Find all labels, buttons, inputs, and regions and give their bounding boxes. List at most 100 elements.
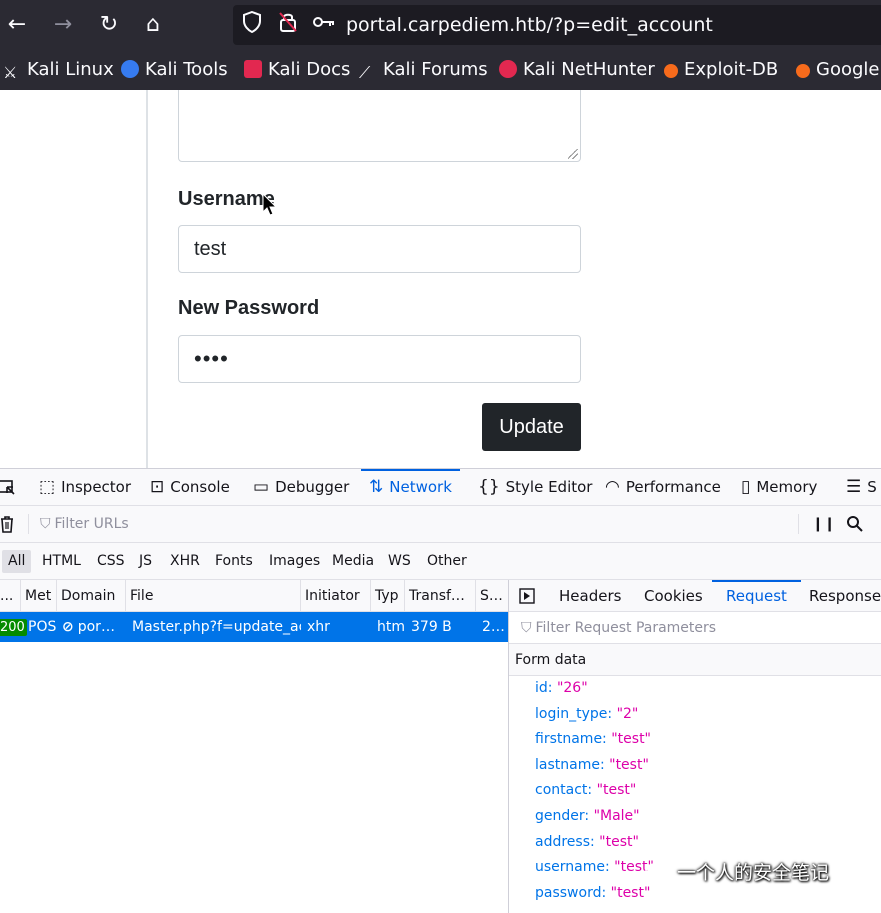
- url-text[interactable]: portal.carpediem.htb/?p=edit_account: [346, 13, 713, 37]
- exploit-db-icon: [664, 64, 678, 78]
- bookmark-kali-forums[interactable]: ⟋ Kali Forums: [359, 58, 488, 82]
- bookmark-kali-nethunter[interactable]: Kali NetHunter: [499, 58, 655, 82]
- network-toolbar: ⛉ Filter URLs ❙❙: [0, 506, 881, 543]
- filter-js[interactable]: JS: [133, 550, 158, 573]
- watermark: 一个人的安全笔记: [645, 858, 829, 888]
- bookmark-kali-tools[interactable]: Kali Tools: [121, 58, 228, 82]
- filter-all[interactable]: All: [2, 550, 32, 573]
- tab-response[interactable]: Response: [809, 580, 881, 612]
- debugger-icon: ▭: [253, 477, 270, 497]
- bookmark-kali-docs[interactable]: Kali Docs: [244, 58, 350, 82]
- new-password-input[interactable]: ••••: [178, 335, 581, 383]
- tab-debugger[interactable]: ▭ Debugger: [253, 469, 349, 506]
- address-bar[interactable]: portal.carpediem.htb/?p=edit_account: [233, 5, 881, 45]
- column-file[interactable]: File: [126, 580, 301, 612]
- devtools-tabbar: ⬚ Inspector ⊡ Console ▭ Debugger ⇅ Network {…: [0, 469, 881, 506]
- list-item: contact: "test": [535, 782, 637, 799]
- cell-initiator: xhr: [307, 619, 330, 635]
- tab-cookies[interactable]: Cookies: [644, 580, 703, 612]
- cell-file: Master.php?f=update_acco: [132, 619, 301, 635]
- username-label: Username: [178, 188, 275, 210]
- cell-domain: ⊘ por…: [62, 619, 115, 635]
- update-button[interactable]: Update: [482, 403, 581, 451]
- resize-grip-icon[interactable]: [568, 149, 578, 159]
- filter-css[interactable]: CSS: [91, 550, 131, 573]
- trash-icon[interactable]: [0, 514, 15, 538]
- tab-console[interactable]: ⊡ Console: [150, 469, 230, 506]
- page-content: Username test New Password •••• Update: [0, 90, 881, 468]
- tab-headers[interactable]: Headers: [559, 580, 621, 612]
- sidebar-divider: [146, 90, 148, 468]
- tab-network[interactable]: ⇅ Network: [361, 469, 460, 506]
- filter-urls-input[interactable]: ⛉ Filter URLs: [40, 506, 129, 543]
- browser-toolbar: ← → ↻ ⌂ portal.carpediem.htb/?p=edit_acc…: [0, 0, 881, 50]
- cell-transferred: 379 B: [411, 619, 452, 635]
- kali-dragon-icon: ⚔: [3, 63, 18, 82]
- tab-style-editor[interactable]: {} Style Editor: [478, 469, 592, 506]
- element-picker-icon[interactable]: [0, 469, 16, 506]
- column-transferred[interactable]: Transf…: [405, 580, 476, 612]
- gauge-icon: ◠: [605, 477, 620, 497]
- mouse-pointer-icon: [262, 192, 278, 221]
- memory-chip-icon: ▯: [741, 477, 751, 497]
- back-arrow-icon[interactable]: ←: [2, 10, 32, 40]
- toggle-sidebar-icon[interactable]: [519, 580, 535, 612]
- filter-other[interactable]: Other: [421, 550, 473, 573]
- column-method[interactable]: Met: [21, 580, 57, 612]
- filter-html[interactable]: HTML: [36, 550, 87, 573]
- new-password-label: New Password: [178, 297, 320, 319]
- key-icon[interactable]: [312, 11, 336, 41]
- column-initiator[interactable]: Initiator: [301, 580, 371, 612]
- table-row[interactable]: 200 POS ⊘por… Master.php?f=update_acco x…: [0, 612, 508, 642]
- inspector-icon: ⬚: [39, 477, 56, 497]
- form-data-heading: Form data: [509, 644, 881, 676]
- filter-request-parameters-input[interactable]: ⛉ Filter Request Parameters: [509, 612, 881, 644]
- filter-images[interactable]: Images: [263, 550, 326, 573]
- toolbar-separator: [798, 514, 799, 534]
- home-icon[interactable]: ⌂: [138, 10, 168, 40]
- username-input[interactable]: test: [178, 225, 581, 273]
- filter-xhr[interactable]: XHR: [164, 550, 206, 573]
- tab-memory[interactable]: ▯ Memory: [741, 469, 817, 506]
- bookmark-kali-linux[interactable]: ⚔ Kali Linux: [3, 58, 114, 82]
- devtools-panel: ⬚ Inspector ⊡ Console ▭ Debugger ⇅ Network {…: [0, 468, 881, 913]
- cell-method: POS: [28, 619, 57, 635]
- column-status[interactable]: ...: [0, 580, 21, 612]
- address-textarea[interactable]: [178, 90, 581, 162]
- details-tabbar: Headers Cookies Request Response: [509, 580, 881, 612]
- forward-arrow-icon[interactable]: →: [48, 10, 78, 40]
- list-item: id: "26": [535, 680, 588, 696]
- kali-tools-icon: [121, 60, 139, 78]
- filter-fonts[interactable]: Fonts: [209, 550, 259, 573]
- pause-icon[interactable]: ❙❙: [812, 506, 835, 543]
- list-item: lastname: "test": [535, 756, 649, 773]
- tab-request[interactable]: Request: [712, 580, 801, 612]
- filter-media[interactable]: Media: [326, 550, 380, 573]
- network-arrows-icon: ⇅: [369, 477, 384, 497]
- list-item: address: "test": [535, 833, 639, 850]
- insecure-lock-icon[interactable]: [278, 11, 298, 41]
- tab-performance[interactable]: ◠ Performance: [605, 469, 721, 506]
- kali-forums-icon: ⟋: [359, 63, 371, 82]
- storage-icon: ☰: [846, 477, 862, 497]
- search-icon[interactable]: [846, 515, 864, 537]
- request-type-filters: All HTML CSS JS XHR Fonts Images Media W…: [0, 543, 881, 580]
- column-size[interactable]: S…: [476, 580, 508, 612]
- shield-icon[interactable]: [242, 10, 262, 41]
- funnel-icon: ⛉: [40, 516, 51, 532]
- list-item: login_type: "2": [535, 705, 639, 722]
- kali-docs-icon: [244, 60, 262, 78]
- reload-icon[interactable]: ↻: [94, 10, 124, 40]
- bookmark-exploit-db[interactable]: Exploit-DB: [664, 58, 778, 82]
- column-domain[interactable]: Domain: [57, 580, 126, 612]
- bookmark-google[interactable]: Google: [796, 58, 879, 82]
- cell-type: html: [377, 619, 405, 635]
- request-list: ... Met Domain File Initiator Typ Transf…: [0, 580, 508, 913]
- list-item: firstname: "test": [535, 731, 651, 748]
- filter-ws[interactable]: WS: [382, 550, 417, 573]
- tab-inspector[interactable]: ⬚ Inspector: [39, 469, 131, 506]
- tab-storage[interactable]: ☰ S: [846, 469, 877, 506]
- request-list-header: ... Met Domain File Initiator Typ Transf…: [0, 580, 508, 612]
- column-type[interactable]: Typ: [371, 580, 405, 612]
- google-hacking-icon: [796, 64, 810, 78]
